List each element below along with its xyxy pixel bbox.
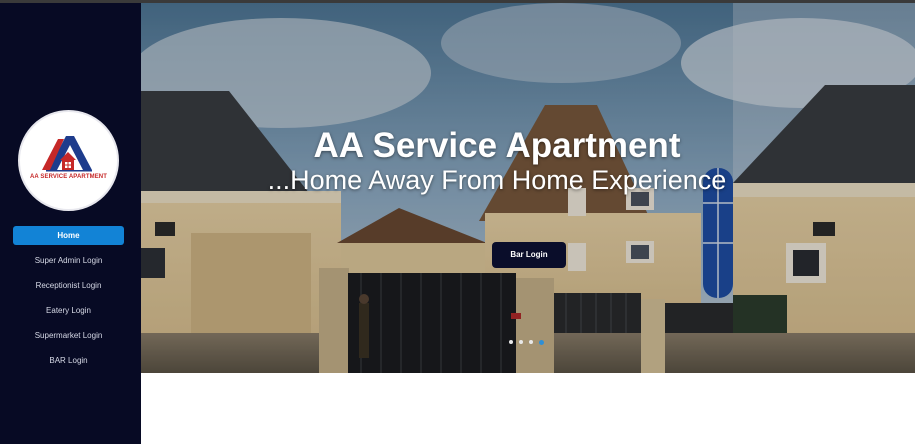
logo-text: AA SERVICE APARTMENT bbox=[29, 174, 107, 180]
bar-login-button[interactable]: Bar Login bbox=[492, 242, 566, 268]
carousel-dot[interactable] bbox=[509, 340, 513, 344]
brand-logo[interactable]: AA SERVICE APARTMENT bbox=[18, 110, 119, 211]
sidebar-item-bar-login[interactable]: BAR Login bbox=[13, 351, 124, 370]
sidebar-item-super-admin-login[interactable]: Super Admin Login bbox=[13, 251, 124, 270]
carousel-dot[interactable] bbox=[519, 340, 523, 344]
carousel-indicators bbox=[509, 340, 550, 346]
logo-mark-icon bbox=[42, 136, 92, 172]
hero-subtitle: ...Home Away From Home Experience bbox=[267, 165, 727, 195]
sidebar-item-supermarket-login[interactable]: Supermarket Login bbox=[13, 326, 124, 345]
sidebar-item-receptionist-login[interactable]: Receptionist Login bbox=[13, 276, 124, 295]
sidebar-item-eatery-login[interactable]: Eatery Login bbox=[13, 301, 124, 320]
sidebar-item-home[interactable]: Home bbox=[13, 226, 124, 245]
carousel-dot-active[interactable] bbox=[539, 340, 544, 345]
hero-carousel: AA Service Apartment ...Home Away From H… bbox=[141, 3, 915, 373]
hero-title: AA Service Apartment bbox=[313, 126, 681, 165]
carousel-dot[interactable] bbox=[529, 340, 533, 344]
sidebar: AA SERVICE APARTMENT Home Super Admin Lo… bbox=[0, 3, 141, 444]
sidebar-nav: Home Super Admin Login Receptionist Logi… bbox=[0, 226, 141, 376]
